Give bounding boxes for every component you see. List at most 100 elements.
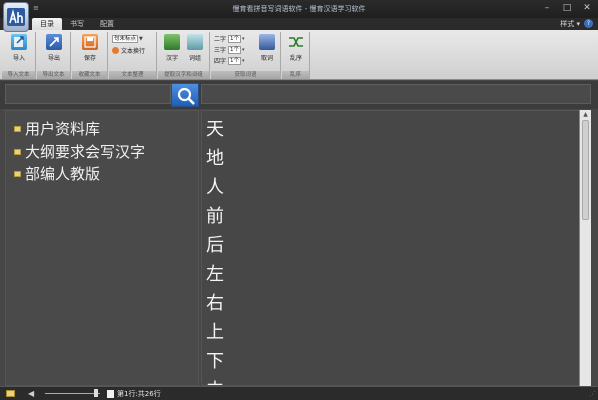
status-text: 第1行:共26行 — [117, 390, 161, 398]
search-icon — [177, 87, 195, 105]
chevron-down-icon: ▼ — [139, 36, 143, 42]
save-icon — [82, 34, 98, 50]
shuffle-icon — [288, 34, 304, 50]
pick-words-label: 取词 — [260, 55, 273, 62]
close-button[interactable]: ✕ — [582, 3, 592, 13]
maximize-button[interactable]: □ — [562, 3, 572, 13]
list-item[interactable]: 中 — [206, 376, 224, 385]
export-label: 导出 — [47, 55, 60, 62]
volume-slider-handle[interactable] — [94, 389, 98, 397]
filter-input[interactable] — [201, 84, 591, 104]
tree-item-user-library[interactable]: 用户资料库 — [14, 118, 100, 139]
scroll-up-icon[interactable]: ▲ — [580, 110, 591, 119]
pick-words-icon — [259, 34, 275, 50]
ribbon-tab-bar: 目录 书写 配置 样式 ▾ ? — [0, 18, 598, 30]
title-bar: ≡ 慢育看拼音写词语软件 - 慢育汉语学习软件 – □ ✕ — [0, 0, 598, 18]
scrollbar-thumb[interactable] — [582, 120, 589, 220]
four-char-value: 1个 — [228, 56, 242, 65]
wrap-text-label: 文本换行 — [121, 48, 146, 55]
minimize-button[interactable]: – — [542, 3, 552, 13]
folder-icon[interactable] — [6, 390, 15, 397]
save-label: 保存 — [83, 55, 96, 62]
group-label-extract: 提取汉字和词组 — [158, 71, 209, 79]
wrap-text-button[interactable]: 文本换行 — [112, 46, 145, 55]
four-char-label: 四字 — [214, 58, 227, 65]
library-tree: 用户资料库 大纲要求会写汉字 部编人教版 — [5, 110, 199, 386]
two-char-value: 1个 — [228, 34, 242, 43]
ciyu-icon — [187, 34, 203, 50]
hanzi-icon — [164, 34, 180, 50]
export-icon — [46, 34, 62, 50]
save-button[interactable]: 保存 — [79, 34, 101, 62]
volume-slider[interactable] — [45, 393, 100, 394]
export-button[interactable]: 导出 — [43, 34, 65, 62]
hanzi-label: 汉字 — [165, 55, 178, 62]
tab-catalog[interactable]: 目录 — [32, 18, 62, 30]
app-window: ≡ 慢育看拼音写词语软件 - 慢育汉语学习软件 – □ ✕ 目录 书写 配置 样… — [0, 0, 598, 400]
help-icon[interactable]: ? — [584, 19, 593, 28]
punctuation-select[interactable]: 句末标点 ▼ — [112, 35, 143, 43]
character-list: 天 地 人 前 后 左 右 上 下 中 — [206, 115, 224, 385]
tree-item-label: 部编人教版 — [25, 165, 101, 183]
pick-words-button[interactable]: 取词 — [256, 34, 278, 62]
import-icon — [11, 34, 27, 50]
group-label-shuffle: 乱序 — [282, 71, 309, 79]
group-label-export: 导出文本 — [37, 71, 70, 79]
resize-grip-icon[interactable]: ⋰ — [589, 390, 596, 398]
folder-icon — [14, 170, 21, 177]
import-button[interactable]: 导入 — [8, 34, 30, 62]
tree-item-syllabus[interactable]: 大纲要求会写汉字 — [14, 141, 145, 162]
list-item[interactable]: 左 — [206, 260, 224, 289]
three-char-label: 三字 — [214, 47, 227, 54]
list-item[interactable]: 上 — [206, 318, 224, 347]
group-save: 保存 收藏文本 — [72, 32, 108, 79]
group-pick-words: 二字 1个 ▾ 三字 1个 ▾ 四字 1个 ▾ 取词 获取词语 — [211, 32, 281, 79]
three-char-value: 1个 — [228, 45, 242, 54]
group-export: 导出 导出文本 — [37, 32, 71, 79]
group-label-pick-words: 获取词语 — [211, 71, 280, 79]
tree-item-label: 大纲要求会写汉字 — [25, 143, 146, 161]
window-title: 慢育看拼音写词语软件 - 慢育汉语学习软件 — [232, 5, 366, 13]
list-item[interactable]: 右 — [206, 289, 224, 318]
search-button[interactable] — [171, 83, 199, 107]
folder-icon — [14, 148, 21, 155]
search-input[interactable] — [5, 84, 171, 104]
four-char-select[interactable]: 四字 1个 ▾ — [214, 56, 245, 65]
ciyu-button[interactable]: 词组 — [184, 34, 206, 62]
tree-item-label: 用户资料库 — [25, 120, 101, 138]
list-item[interactable]: 后 — [206, 231, 224, 260]
shuffle-button[interactable]: 乱序 — [285, 34, 307, 62]
list-item[interactable]: 地 — [206, 144, 224, 173]
tab-config[interactable]: 配置 — [92, 18, 122, 30]
character-list-panel: 天 地 人 前 后 左 右 上 下 中 — [201, 110, 591, 386]
list-item[interactable]: 下 — [206, 347, 224, 376]
chevron-down-icon: ▾ — [242, 57, 245, 64]
search-bar — [0, 81, 598, 109]
tab-writing[interactable]: 书写 — [62, 18, 92, 30]
hanzi-button[interactable]: 汉字 — [161, 34, 183, 62]
list-item[interactable]: 前 — [206, 202, 224, 231]
group-label-import: 导入文本 — [2, 71, 35, 79]
list-item[interactable]: 天 — [206, 115, 224, 144]
page-icon — [107, 390, 114, 398]
group-import: 导入 导入文本 — [2, 32, 36, 79]
window-controls: – □ ✕ — [542, 3, 592, 13]
punctuation-select-value: 句末标点 — [112, 35, 139, 43]
three-char-select[interactable]: 三字 1个 ▾ — [214, 45, 245, 54]
vertical-scrollbar[interactable]: ▲ — [579, 110, 591, 386]
group-label-text-options: 文本整理 — [109, 71, 156, 79]
tree-item-textbook[interactable]: 部编人教版 — [14, 163, 100, 184]
list-item[interactable]: 人 — [206, 173, 224, 202]
two-char-select[interactable]: 二字 1个 ▾ — [214, 34, 245, 43]
ciyu-label: 词组 — [188, 55, 201, 62]
style-menu[interactable]: 样式 ▾ — [560, 19, 580, 29]
group-extract: 汉字 词组 提取汉字和词组 — [158, 32, 210, 79]
app-logo-icon[interactable] — [3, 2, 29, 32]
ribbon: 导入 导入文本 导出 导出文本 保存 收藏文本 句末标点 ▼ 文本换行 文本整理… — [0, 30, 598, 80]
group-text-options: 句末标点 ▼ 文本换行 文本整理 — [109, 32, 157, 79]
folder-icon — [14, 125, 21, 132]
chevron-down-icon: ▾ — [242, 35, 245, 42]
speaker-icon[interactable]: ◀ — [28, 389, 34, 398]
import-label: 导入 — [12, 55, 25, 62]
chevron-down-icon: ▾ — [242, 46, 245, 53]
